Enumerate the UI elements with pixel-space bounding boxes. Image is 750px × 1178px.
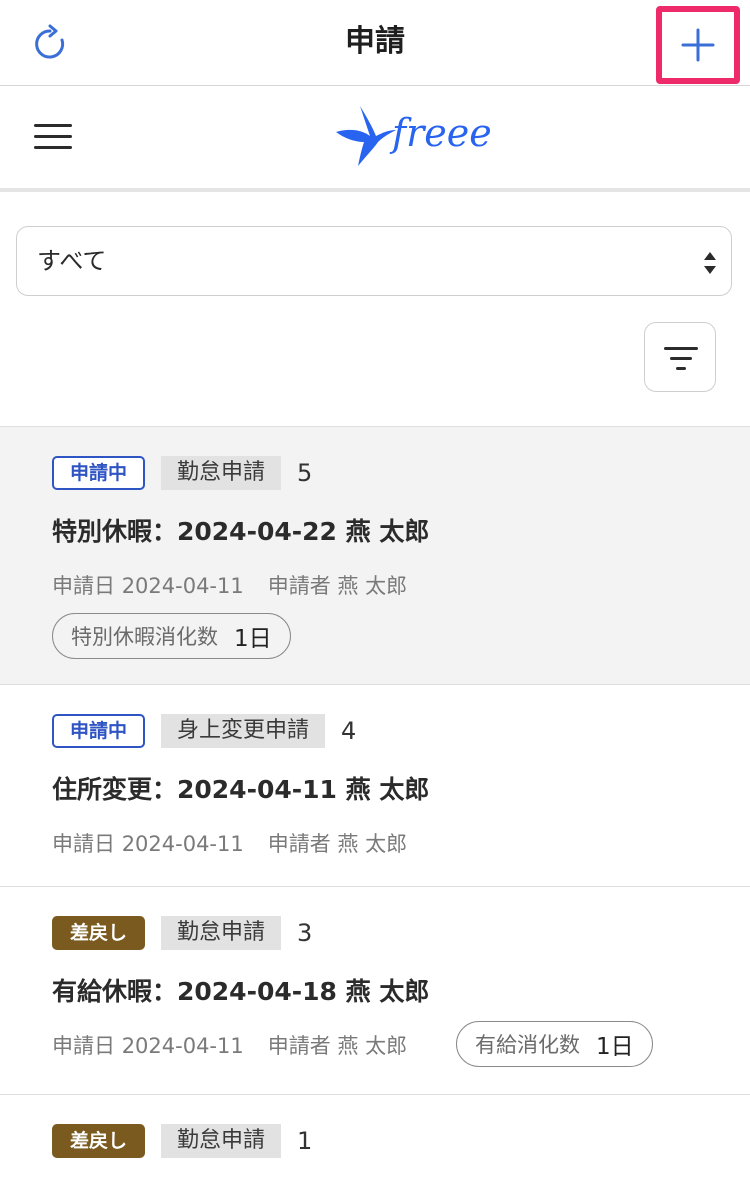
select-arrows-icon [704,252,716,274]
filter-button[interactable] [644,322,716,392]
status-badge: 申請中 [52,456,146,490]
leave-count-pill: 有給消化数 1日 [456,1021,653,1067]
request-date: 2024-04-11 [121,832,244,856]
item-tags: 申請中 勤怠申請 5 [52,455,312,491]
status-badge: 申請中 [52,714,146,748]
status-badge: 差戻し [52,1124,146,1158]
item-tags: 申請中 身上変更申請 4 [52,713,356,749]
applicant-name: 燕 太郎 [337,574,408,598]
category-select-value: すべて [37,247,107,275]
item-tags: 差戻し 勤怠申請 1 [52,1123,312,1159]
logo-text: freee [389,111,492,155]
type-tag: 勤怠申請 [161,456,282,490]
applicant-name: 燕 太郎 [337,1034,408,1058]
item-meta: 申請日 2024-04-11 申請者 燕 太郎 [52,1031,407,1061]
request-date: 2024-04-11 [121,574,244,598]
plus-icon [681,28,715,62]
freee-logo: freee [330,102,500,172]
type-tag: 勤怠申請 [161,1124,282,1158]
applicant-label: 申請者 [267,1034,331,1058]
filter-icon [664,347,698,377]
item-title: 有給休暇：2024-04-18 燕 太郎 [52,977,430,1006]
pill-value: 1日 [596,1034,634,1060]
item-number: 5 [297,459,313,487]
item-number: 3 [297,919,313,947]
applicant-name: 燕 太郎 [337,832,408,856]
pill-value: 1日 [234,626,272,652]
item-number: 1 [297,1127,313,1155]
request-date: 2024-04-11 [121,1034,244,1058]
applicant-label: 申請者 [267,832,331,856]
list-item[interactable]: 差戻し 勤怠申請 1 [0,1094,750,1178]
category-select[interactable]: すべて [16,226,732,296]
item-title: 特別休暇：2024-04-22 燕 太郎 [52,517,430,546]
app-header: freee [0,86,750,192]
list-item[interactable]: 申請中 身上変更申請 4 住所変更：2024-04-11 燕 太郎 申請日 20… [0,684,750,886]
leave-count-pill: 特別休暇消化数 1日 [52,613,291,659]
pill-label: 有給消化数 [475,1033,580,1057]
status-badge: 差戻し [52,916,146,950]
type-tag: 勤怠申請 [161,916,282,950]
applicant-label: 申請者 [267,574,331,598]
item-title: 住所変更：2024-04-11 燕 太郎 [52,775,430,804]
item-meta: 申請日 2024-04-11 申請者 燕 太郎 [52,829,407,859]
add-request-button[interactable] [656,6,740,84]
item-number: 4 [341,717,357,745]
top-nav-bar: 申請 [0,0,750,86]
page-title: 申請 [345,24,405,59]
date-label: 申請日 [52,1034,115,1058]
type-tag: 身上変更申請 [161,714,326,748]
date-label: 申請日 [52,832,115,856]
list-item[interactable]: 差戻し 勤怠申請 3 有給休暇：2024-04-18 燕 太郎 申請日 2024… [0,886,750,1094]
date-label: 申請日 [52,574,115,598]
list-item[interactable]: 申請中 勤怠申請 5 特別休暇：2024-04-22 燕 太郎 申請日 2024… [0,426,750,684]
item-meta: 申請日 2024-04-11 申請者 燕 太郎 [52,571,407,601]
pill-label: 特別休暇消化数 [71,625,218,649]
hamburger-icon[interactable] [34,124,72,154]
request-list: 申請中 勤怠申請 5 特別休暇：2024-04-22 燕 太郎 申請日 2024… [0,426,750,1178]
item-tags: 差戻し 勤怠申請 3 [52,915,312,951]
